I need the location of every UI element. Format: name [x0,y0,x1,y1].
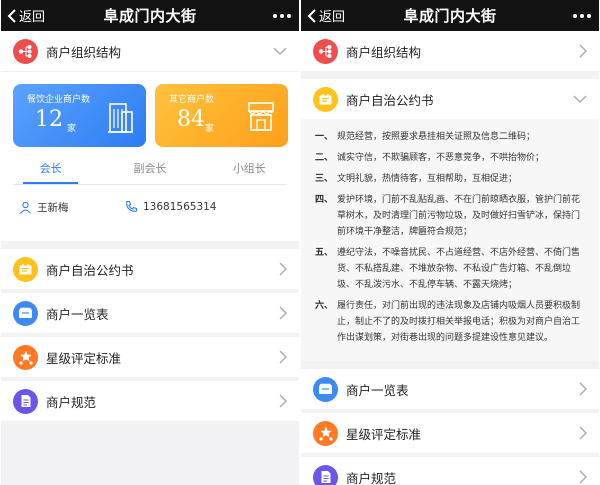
nav-bar: 返回 阜成门内大街 [1,0,299,31]
chevron-right-icon [579,369,587,409]
merchant-list-icon [13,300,38,326]
star-rating-label: 星级评定标准 [346,426,422,442]
catering-count-unit: 家 [67,124,77,134]
back-label: 返回 [19,10,46,25]
merchant-list-row[interactable]: 商户一览表 [301,369,599,409]
tab-group-leader[interactable]: 小组长 [200,160,299,184]
chevron-left-icon [7,8,16,23]
org-structure-icon [13,38,38,64]
chevron-right-icon [279,337,287,377]
shop-icon [248,102,274,131]
rule-number: 四、 [315,195,334,205]
catering-count-title: 餐饮企业商户数 [27,95,91,105]
chevron-right-icon [579,413,587,453]
rule-number: 一、 [315,132,334,142]
more-menu-icon[interactable] [573,0,591,31]
merchant-rules-label: 商户规范 [46,394,97,410]
back-button[interactable]: 返回 [307,0,345,31]
rule-text: 诚实守信，不欺骗顾客，不恶意竞争，不哄抬物价； [337,153,545,163]
covenant-label: 商户自治公约书 [46,262,134,278]
tab-divider [13,184,287,185]
star-rating-label: 星级评定标准 [46,350,122,366]
rule-item: 五、 遵纪守法，不噪音扰民、不占道经营、不店外经营、不倚门售货、不私搭乱建、不堆放… [315,245,585,293]
org-structure-label: 商户组织结构 [346,44,422,60]
org-structure-label: 商户组织结构 [46,44,122,60]
contact-phone[interactable]: 13681565314 [125,200,217,213]
chevron-left-icon [307,8,316,23]
merchant-list-icon [313,376,338,402]
rule-item: 一、 规范经营，按照要求悬挂相关证照及信息二维码； [315,129,585,145]
rule-number: 三、 [315,174,334,184]
covenant-label: 商户自治公约书 [346,92,434,108]
rule-item: 二、 诚实守信，不欺骗顾客，不恶意竞争，不哄抬物价； [315,150,585,166]
rule-item: 六、 履行责任，对门前出现的违法现象及店铺内吸烟人员要积极制止，制止不了的及时拨打… [315,298,585,346]
left-screen: 返回 阜成门内大街 商户组织结构 餐饮企业商户数 12 家 其它商户数 84 家… [1,0,299,485]
rule-text: 文明礼貌，热情待客，互相帮助，互相促进； [337,174,518,184]
star-rating-row[interactable]: 星级评定标准 [301,413,599,453]
merchant-rules-label: 商户规范 [346,470,397,485]
merchant-list-label: 商户一览表 [346,382,409,398]
rule-number: 六、 [315,301,334,311]
nav-bar: 返回 阜成门内大街 [301,0,599,31]
other-count-unit: 家 [205,124,215,134]
person-icon [20,201,31,214]
role-tabs: 会长 副会长 小组长 [1,160,299,184]
star-rating-row[interactable]: 星级评定标准 [1,337,299,377]
chevron-right-icon [579,31,587,71]
building-icon [108,103,133,133]
rule-text: 遵纪守法，不噪音扰民、不占道经营、不店外经营、不倚门售货、不私搭乱建、不堆放杂物… [337,248,581,290]
contact-name: 王新梅 [19,200,69,215]
rule-number: 二、 [315,153,334,163]
right-screen: 返回 阜成门内大街 商户组织结构 商户自治公约书 一、 规范经营，按照要求悬挂相关… [301,0,599,485]
chevron-right-icon [279,293,287,333]
rule-text: 爱护环境，门前不乱贴乱画、不在门前晾晒衣服，管护门前花草树木，及时清理门前污物垃… [337,195,581,237]
org-structure-row[interactable]: 商户组织结构 [301,31,599,71]
tab-vice-president[interactable]: 副会长 [100,160,199,184]
covenant-row[interactable]: 商户自治公约书 [301,79,599,119]
covenant-icon [313,86,338,112]
chevron-right-icon [579,457,587,485]
star-rating-icon [13,344,38,370]
other-count-title: 其它商户数 [169,95,215,105]
chevron-down-icon [273,31,287,71]
catering-count-value: 12 [35,107,63,132]
page-title: 阜成门内大街 [403,7,497,25]
rule-text: 履行责任，对门前出现的违法现象及店铺内吸烟人员要积极制止，制止不了的及时拨打相关… [337,301,581,343]
chevron-right-icon [279,249,287,289]
rule-text: 规范经营，按照要求悬挂相关证照及信息二维码； [337,132,536,142]
org-structure-row[interactable]: 商户组织结构 [1,31,299,71]
phone-icon [126,200,138,212]
document-icon [13,388,38,414]
merchant-rules-row[interactable]: 商户规范 [1,381,299,421]
back-label: 返回 [319,10,346,25]
other-count-value: 84 [177,107,205,132]
document-icon [313,464,338,485]
org-structure-icon [313,38,338,64]
other-count-card[interactable]: 其它商户数 84 家 [155,84,288,147]
screenshot-stage: 返回 阜成门内大街 商户组织结构 餐饮企业商户数 12 家 其它商户数 84 家… [0,0,600,485]
catering-count-card[interactable]: 餐饮企业商户数 12 家 [13,84,146,147]
chevron-right-icon [279,381,287,421]
contact-name-text: 王新梅 [37,202,69,214]
covenant-icon [13,256,38,282]
back-button[interactable]: 返回 [7,0,45,31]
star-rating-icon [313,420,338,446]
rule-number: 五、 [315,248,334,258]
org-structure-panel: 餐饮企业商户数 12 家 其它商户数 84 家 会长 副会长 小组长 王新梅 1… [1,71,299,241]
covenant-content: 一、 规范经营，按照要求悬挂相关证照及信息二维码； 二、 诚实守信，不欺骗顾客，不恶… [301,119,599,361]
page-title: 阜成门内大街 [103,7,197,25]
contact-phone-text: 13681565314 [143,200,217,213]
chevron-down-icon [573,79,587,119]
covenant-row[interactable]: 商户自治公约书 [1,249,299,289]
merchant-list-row[interactable]: 商户一览表 [1,293,299,333]
tab-president[interactable]: 会长 [1,160,100,184]
rule-item: 三、 文明礼貌，热情待客，互相帮助，互相促进； [315,171,585,187]
more-menu-icon[interactable] [273,0,291,31]
rule-item: 四、 爱护环境，门前不乱贴乱画、不在门前晾晒衣服，管护门前花草树木，及时清理门前污… [315,192,585,240]
merchant-list-label: 商户一览表 [46,306,109,322]
merchant-rules-row[interactable]: 商户规范 [301,457,599,485]
